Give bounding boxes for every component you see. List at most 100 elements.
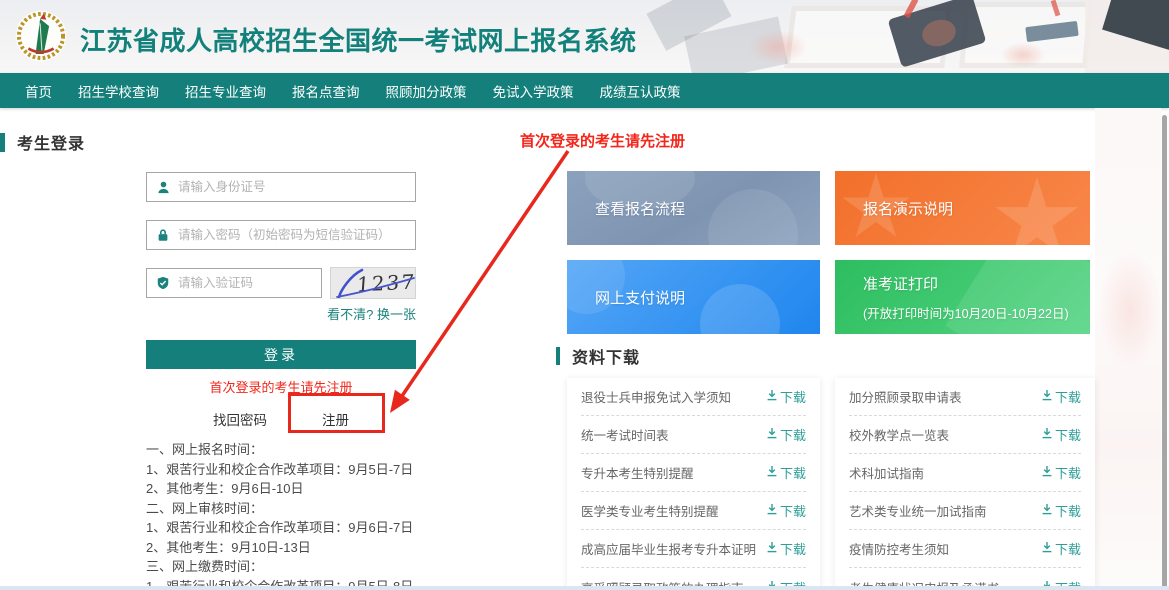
download-icon	[766, 541, 778, 556]
download-link[interactable]: 下载	[1041, 501, 1081, 520]
nav-school-query[interactable]: 招生学校查询	[78, 81, 159, 101]
page: 江苏省成人高校招生全国统一考试网上报名系统 首页 招生学校查询 招生专业查询 报…	[0, 0, 1169, 590]
download-link[interactable]: 下载	[1041, 539, 1081, 558]
download-action-label: 下载	[780, 501, 806, 520]
forgot-password-link[interactable]: 找回密码	[213, 409, 267, 429]
nav-registration-point-query[interactable]: 报名点查询	[292, 81, 360, 101]
main-nav: 首页 招生学校查询 招生专业查询 报名点查询 照顾加分政策 免试入学政策 成绩互…	[0, 73, 1169, 108]
captcha-input[interactable]	[178, 270, 321, 296]
download-item: 成高应届毕业生报考专升本证明 下载	[581, 530, 806, 568]
bottom-edge	[0, 586, 1169, 590]
nav-exam-exemption-policy[interactable]: 免试入学政策	[493, 81, 574, 101]
deco-tassel	[1000, 42, 1046, 68]
download-item: 统一考试时间表 下载	[581, 416, 806, 454]
download-item: 专升本考生特别提醒 下载	[581, 454, 806, 492]
download-icon	[1041, 541, 1053, 556]
download-link[interactable]: 下载	[1041, 463, 1081, 482]
download-action-label: 下载	[1055, 501, 1081, 520]
section-accent-bar	[0, 133, 5, 152]
download-item: 术科加试指南 下载	[849, 454, 1081, 492]
download-item-label: 专升本考生特别提醒	[581, 463, 694, 482]
panel-label: 报名演示说明	[863, 198, 953, 219]
download-link[interactable]: 下载	[766, 539, 806, 558]
id-number-field	[146, 172, 416, 202]
download-icon	[1041, 427, 1053, 442]
lock-icon	[156, 228, 178, 242]
download-action-label: 下载	[1055, 463, 1081, 482]
nav-home[interactable]: 首页	[25, 81, 52, 101]
download-item-label: 校外教学点一览表	[849, 425, 949, 444]
nav-major-query[interactable]: 招生专业查询	[185, 81, 266, 101]
download-link[interactable]: 下载	[766, 425, 806, 444]
nav-bonus-points-policy[interactable]: 照顾加分政策	[386, 81, 467, 101]
panel-label: 准考证打印	[863, 273, 938, 294]
shield-check-icon	[156, 276, 178, 290]
download-action-label: 下载	[1055, 539, 1081, 558]
download-item-label: 医学类专业考生特别提醒	[581, 501, 719, 520]
panel-view-registration-process[interactable]: 查看报名流程	[567, 171, 820, 245]
panel-label: 查看报名流程	[595, 198, 685, 219]
site-title: 江苏省成人高校招生全国统一考试网上报名系统	[80, 21, 637, 58]
password-input[interactable]	[178, 222, 415, 248]
download-action-label: 下载	[780, 425, 806, 444]
panel-registration-demo[interactable]: 报名演示说明	[835, 171, 1090, 245]
download-link[interactable]: 下载	[766, 387, 806, 406]
download-item: 校外教学点一览表 下载	[849, 416, 1081, 454]
download-item: 加分照顾录取申请表 下载	[849, 378, 1081, 416]
download-icon	[1041, 389, 1053, 404]
panel-admission-ticket-print[interactable]: 准考证打印 (开放打印时间为10月20日-10月22日)	[835, 260, 1090, 334]
notice-block: 一、网上报名时间： 1、艰苦行业和校企合作改革项目：9月5日-7日 2、其他考生…	[146, 440, 546, 590]
annotation-register-hint: 首次登录的考生请先注册	[520, 130, 685, 151]
download-item-label: 加分照顾录取申请表	[849, 387, 962, 406]
download-icon	[766, 427, 778, 442]
downloads-column-right: 加分照顾录取申请表 下载 校外教学点一览表 下载 术科加试指南 下载 艺术类专业…	[835, 378, 1095, 590]
download-link[interactable]: 下载	[766, 463, 806, 482]
download-item-label: 艺术类专业统一加试指南	[849, 501, 987, 520]
captcha-refresh-link[interactable]: 看不清? 换一张	[146, 304, 416, 323]
notice-line: 2、其他考生：9月6日-10日	[146, 479, 546, 499]
download-icon	[766, 465, 778, 480]
password-field	[146, 220, 416, 250]
download-action-label: 下载	[780, 539, 806, 558]
login-button[interactable]: 登录	[146, 340, 416, 369]
download-action-label: 下载	[1055, 387, 1081, 406]
download-link[interactable]: 下载	[1041, 425, 1081, 444]
download-link[interactable]: 下载	[1041, 387, 1081, 406]
notice-line: 1、艰苦行业和校企合作改革项目：9月5日-7日	[146, 460, 546, 480]
notice-line: 三、网上缴费时间：	[146, 557, 546, 577]
downloads-section-heading: 资料下载	[572, 344, 640, 368]
downloads-column-left: 退役士兵申报免试入学须知 下载 统一考试时间表 下载 专升本考生特别提醒 下载 …	[567, 378, 820, 590]
panel-sublabel: (开放打印时间为10月20日-10月22日)	[863, 303, 1069, 322]
captcha-field	[146, 268, 322, 298]
download-icon	[766, 503, 778, 518]
captcha-image[interactable]: 1237	[330, 267, 416, 299]
download-icon	[766, 389, 778, 404]
download-link[interactable]: 下载	[766, 501, 806, 520]
download-item-label: 成高应届毕业生报考专升本证明	[581, 539, 756, 558]
download-item: 医学类专业考生特别提醒 下载	[581, 492, 806, 530]
notice-line: 1、艰苦行业和校企合作改革项目：9月6日-7日	[146, 518, 546, 538]
panel-label: 网上支付说明	[595, 287, 685, 308]
vertical-scrollbar[interactable]	[1162, 115, 1167, 588]
school-emblem-icon	[14, 9, 68, 63]
site-header: 江苏省成人高校招生全国统一考试网上报名系统	[0, 0, 1169, 73]
download-icon	[1041, 465, 1053, 480]
download-item-label: 术科加试指南	[849, 463, 924, 482]
download-item-label: 疫情防控考生须知	[849, 539, 949, 558]
download-item: 疫情防控考生须知 下载	[849, 530, 1081, 568]
user-icon	[156, 180, 178, 195]
id-number-input[interactable]	[178, 174, 415, 200]
downloads-section-title: 资料下载	[556, 344, 640, 368]
nav-score-recognition-policy[interactable]: 成绩互认政策	[600, 81, 681, 101]
annotation-register-box	[288, 393, 385, 433]
section-accent-bar	[556, 347, 560, 365]
deco-photo-blob	[1098, 250, 1162, 370]
download-action-label: 下载	[1055, 425, 1081, 444]
download-item: 退役士兵申报免试入学须知 下载	[581, 378, 806, 416]
download-item-label: 统一考试时间表	[581, 425, 669, 444]
notice-line: 2、其他考生：9月10日-13日	[146, 538, 546, 558]
deco-tassel	[748, 30, 808, 64]
panel-online-payment-info[interactable]: 网上支付说明	[567, 260, 820, 334]
download-item-label: 退役士兵申报免试入学须知	[581, 387, 731, 406]
download-icon	[1041, 503, 1053, 518]
